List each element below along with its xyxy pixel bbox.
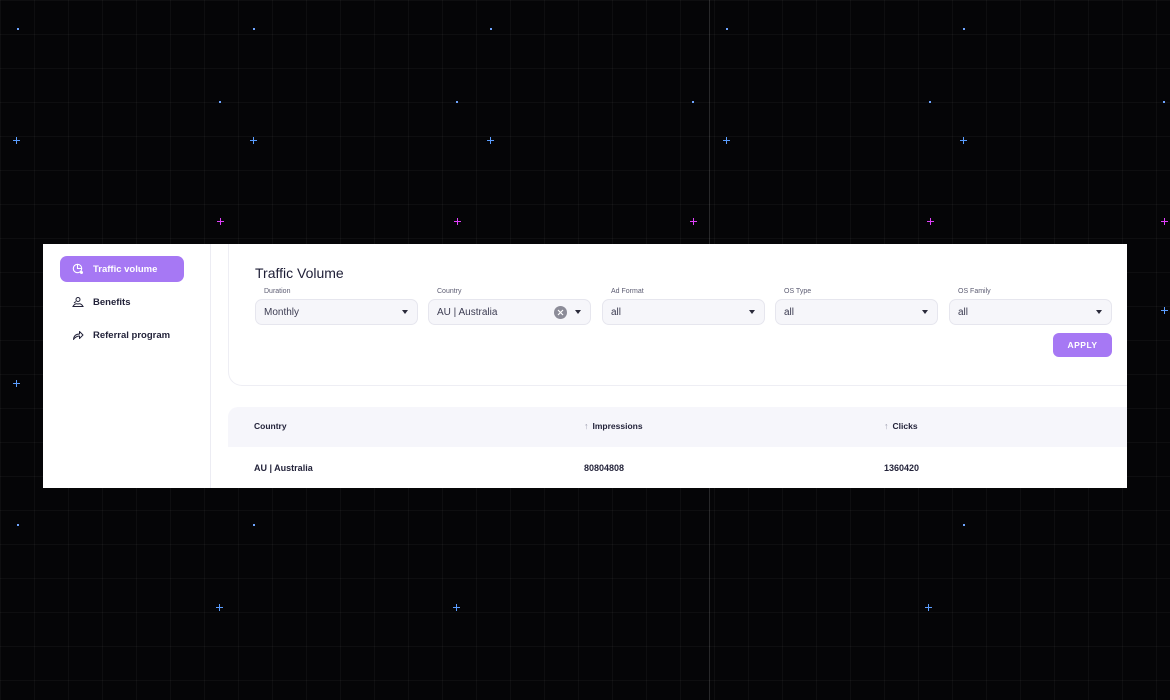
dot-decoration: [490, 28, 492, 30]
duration-select[interactable]: Monthly: [255, 299, 418, 325]
sparkle-decoration: [960, 137, 967, 144]
sidebar: Traffic volume Benefits Referral program: [43, 244, 211, 488]
os-family-value: all: [958, 306, 969, 318]
sparkle-decoration: [453, 604, 460, 611]
sparkle-decoration: [487, 137, 494, 144]
sparkle-decoration: [217, 218, 224, 225]
clear-icon[interactable]: [554, 305, 567, 319]
sparkle-decoration: [723, 137, 730, 144]
chevron-down-icon: [922, 310, 928, 314]
chevron-down-icon: [749, 310, 755, 314]
traffic-table: Country ↑ Impressions ↑ Clicks AU | Aust…: [228, 407, 1127, 487]
sparkle-decoration: [13, 137, 20, 144]
cell-impressions: 80804808: [584, 463, 625, 473]
dot-decoration: [929, 101, 931, 103]
table-header: Country ↑ Impressions ↑ Clicks: [228, 407, 1127, 447]
os-family-filter: OS Family all: [949, 287, 1112, 325]
dot-decoration: [253, 28, 255, 30]
sparkle-decoration: [925, 604, 932, 611]
column-header-impressions[interactable]: ↑ Impressions: [584, 421, 643, 431]
dot-decoration: [17, 28, 19, 30]
duration-filter: Duration Monthly: [255, 287, 418, 325]
dot-decoration: [963, 524, 965, 526]
sparkle-decoration: [250, 137, 257, 144]
chevron-down-icon: [575, 310, 581, 314]
cell-country: AU | Australia: [254, 463, 313, 473]
dot-decoration: [726, 28, 728, 30]
filters-card: Traffic Volume Duration Monthly Country …: [228, 244, 1127, 386]
sidebar-item-traffic-volume[interactable]: Traffic volume: [60, 256, 184, 282]
table-row[interactable]: AU | Australia 80804808 1360420: [228, 447, 1127, 487]
dot-decoration: [456, 101, 458, 103]
duration-value: Monthly: [264, 306, 300, 318]
sparkle-decoration: [1161, 307, 1168, 314]
sparkle-decoration: [216, 604, 223, 611]
dot-decoration: [963, 28, 965, 30]
chevron-down-icon: [402, 310, 408, 314]
sort-arrow-icon: ↑: [584, 421, 589, 431]
traffic-icon: [72, 263, 83, 274]
sidebar-item-label: Referral program: [93, 329, 171, 341]
share-icon: [73, 331, 84, 340]
sidebar-item-label: Traffic volume: [93, 263, 158, 275]
sidebar-item-label: Benefits: [93, 296, 131, 308]
sidebar-item-referral-program[interactable]: Referral program: [60, 322, 184, 348]
os-type-select[interactable]: all: [775, 299, 938, 325]
dot-decoration: [17, 524, 19, 526]
sparkle-decoration: [13, 380, 20, 387]
country-filter: Country AU | Australia: [428, 287, 591, 325]
ad-format-filter: Ad Format all: [602, 287, 765, 325]
main-content: Traffic Volume Duration Monthly Country …: [228, 244, 1127, 488]
os-type-label: OS Type: [784, 288, 812, 295]
sparkle-decoration: [690, 218, 697, 225]
column-header-label: Clicks: [892, 421, 918, 431]
dot-decoration: [1163, 101, 1165, 103]
chevron-down-icon: [1096, 310, 1102, 314]
dot-decoration: [692, 101, 694, 103]
os-type-value: all: [784, 306, 795, 318]
dot-decoration: [253, 524, 255, 526]
sparkle-decoration: [454, 218, 461, 225]
apply-button[interactable]: APPLY: [1053, 333, 1112, 357]
sidebar-item-benefits[interactable]: Benefits: [60, 289, 184, 315]
sort-arrow-icon: ↑: [884, 421, 889, 431]
column-header-label: Country: [254, 421, 287, 431]
ad-format-select[interactable]: all: [602, 299, 765, 325]
dot-decoration: [219, 101, 221, 103]
app-panel: Traffic volume Benefits Referral program…: [43, 244, 1127, 488]
os-family-select[interactable]: all: [949, 299, 1112, 325]
column-header-label: Impressions: [592, 421, 643, 431]
os-type-filter: OS Type all: [775, 287, 938, 325]
ad-format-value: all: [611, 306, 622, 318]
ad-format-label: Ad Format: [611, 288, 644, 295]
country-label: Country: [437, 288, 462, 295]
benefits-icon: [72, 297, 84, 307]
os-family-label: OS Family: [958, 288, 991, 295]
sparkle-decoration: [927, 218, 934, 225]
country-select[interactable]: AU | Australia: [428, 299, 591, 325]
column-header-country[interactable]: Country: [254, 421, 287, 431]
sparkle-decoration: [1161, 218, 1168, 225]
cell-clicks: 1360420: [884, 463, 920, 473]
page-title: Traffic Volume: [255, 265, 344, 281]
column-header-clicks[interactable]: ↑ Clicks: [884, 421, 918, 431]
country-value: AU | Australia: [437, 306, 498, 318]
duration-label: Duration: [264, 288, 291, 295]
